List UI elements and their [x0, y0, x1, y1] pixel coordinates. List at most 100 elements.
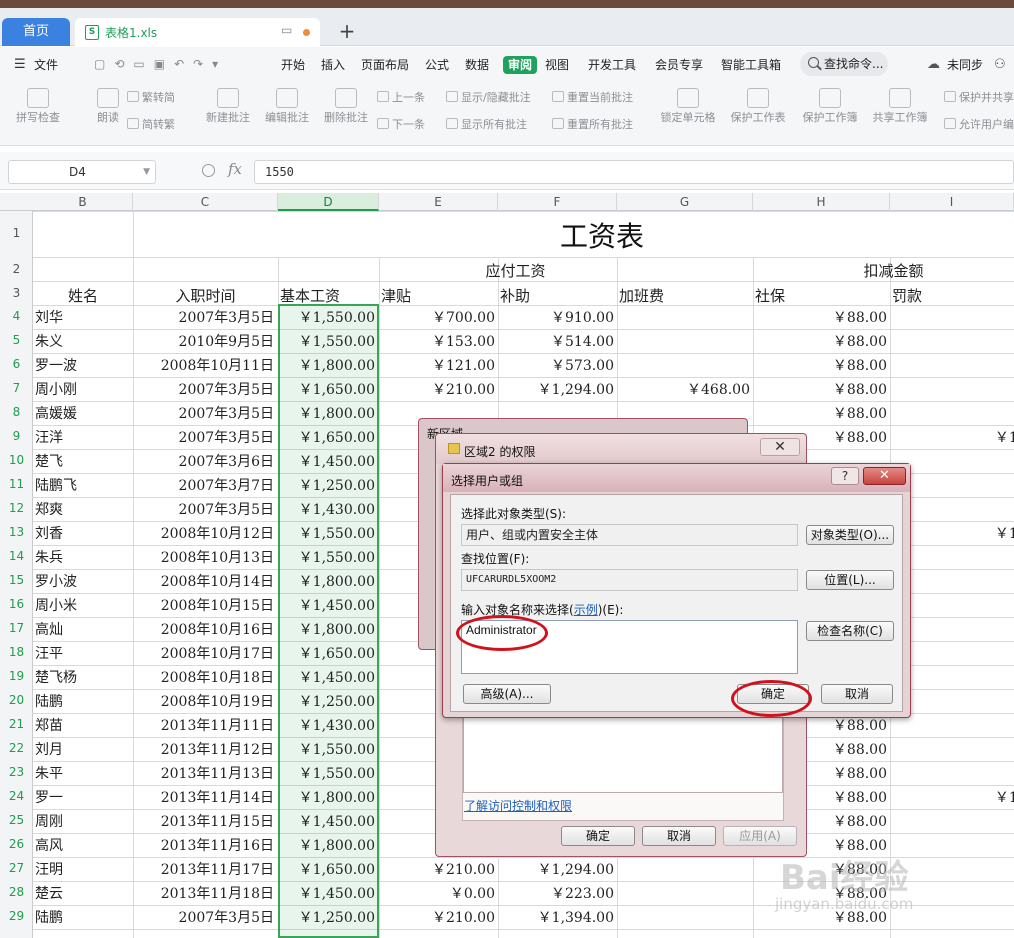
row-header[interactable]: 22	[0, 741, 33, 755]
menu-item-3[interactable]: 页面布局	[361, 56, 409, 74]
menu-item-2[interactable]: 插入	[321, 56, 345, 74]
column-header-e[interactable]: E	[379, 193, 498, 211]
cell-base[interactable]: ￥1,450.00	[278, 813, 375, 831]
close-icon[interactable]: ✕	[760, 438, 800, 456]
cell-name[interactable]: 郑爽	[35, 501, 131, 519]
cell-base[interactable]: ￥1,450.00	[278, 885, 375, 903]
ribbon-small-button-1[interactable]: 简转繁	[127, 118, 175, 132]
row-header[interactable]: 12	[0, 501, 33, 515]
locations-button[interactable]: 位置(L)...	[806, 570, 894, 590]
cell-date[interactable]: 2007年3月5日	[133, 909, 274, 927]
menu-item-6[interactable]: 审阅	[503, 56, 538, 74]
cell-name[interactable]: 罗小波	[35, 573, 131, 591]
row-header[interactable]: 28	[0, 885, 33, 899]
cell-name[interactable]: 汪平	[35, 645, 131, 663]
cell-base[interactable]: ￥1,550.00	[278, 741, 375, 759]
row-header[interactable]: 14	[0, 549, 33, 563]
cell-name[interactable]: 刘月	[35, 741, 131, 759]
cell-soc[interactable]: ￥88.00	[753, 405, 887, 423]
cell-base[interactable]: ￥1,250.00	[278, 477, 375, 495]
cell-sub[interactable]: ￥910.00	[498, 309, 614, 327]
cell-base[interactable]: ￥1,800.00	[278, 837, 375, 855]
ribbon-button-6[interactable]: 保护工作表	[730, 88, 786, 125]
cell-base[interactable]: ￥1,550.00	[278, 309, 375, 327]
cell-sub[interactable]: ￥1,294.00	[498, 381, 614, 399]
row-header[interactable]: 3	[0, 286, 33, 300]
cell-ot[interactable]: ￥468.00	[617, 381, 750, 399]
cell-date[interactable]: 2008年10月17日	[133, 645, 274, 663]
cell-allow[interactable]: ￥210.00	[379, 909, 495, 927]
cell-base[interactable]: ￥1,250.00	[278, 909, 375, 927]
cell-name[interactable]: 汪洋	[35, 429, 131, 447]
cell-base[interactable]: ￥1,430.00	[278, 717, 375, 735]
cell-base[interactable]: ￥1,450.00	[278, 597, 375, 615]
cell-name[interactable]: 楚飞	[35, 453, 131, 471]
cell-date[interactable]: 2013年11月17日	[133, 861, 274, 879]
cell-base[interactable]: ￥1,450.00	[278, 669, 375, 687]
row-header[interactable]: 2	[0, 262, 33, 276]
cell-date[interactable]: 2008年10月15日	[133, 597, 274, 615]
formula-input[interactable]: 1550	[254, 160, 1014, 184]
ribbon-button-0[interactable]: 拼写检查	[10, 88, 66, 125]
object-types-button[interactable]: 对象类型(O)...	[806, 525, 894, 545]
header-cell[interactable]: 社保	[755, 287, 785, 305]
cell-soc[interactable]: ￥88.00	[753, 357, 887, 375]
ribbon-button-2[interactable]: 新建批注	[200, 88, 256, 125]
cell-name[interactable]: 周小米	[35, 597, 131, 615]
row-header[interactable]: 23	[0, 765, 33, 779]
cell-name[interactable]: 朱义	[35, 333, 131, 351]
column-header-h[interactable]: H	[753, 193, 890, 211]
ribbon-small-button-3[interactable]: 下一条	[377, 118, 425, 132]
cell-base[interactable]: ￥1,650.00	[278, 381, 375, 399]
permissions-cancel-button[interactable]: 取消	[642, 826, 716, 846]
row-header[interactable]: 10	[0, 453, 33, 467]
ribbon-small-button-2[interactable]: 上一条	[377, 91, 425, 105]
cell-date[interactable]: 2007年3月5日	[133, 429, 274, 447]
column-header-i[interactable]: I	[890, 193, 1014, 211]
cell-date[interactable]: 2008年10月13日	[133, 549, 274, 567]
cell-date[interactable]: 2007年3月6日	[133, 453, 274, 471]
access-control-help-link[interactable]: 了解访问控制和权限	[464, 797, 572, 814]
row-header[interactable]: 20	[0, 693, 33, 707]
cell-base[interactable]: ￥1,430.00	[278, 501, 375, 519]
header-cell[interactable]: 应付工资	[278, 262, 753, 280]
close-icon[interactable]: ✕	[863, 467, 906, 485]
cell-fine[interactable]: ￥10.0	[890, 429, 1014, 447]
column-header-g[interactable]: G	[617, 193, 753, 211]
menu-item-9[interactable]: 会员专享	[655, 56, 703, 74]
row-header[interactable]: 19	[0, 669, 33, 683]
permissions-apply-button[interactable]: 应用(A)	[723, 826, 797, 846]
cell-sub[interactable]: ￥223.00	[498, 885, 614, 903]
ribbon-button-5[interactable]: 锁定单元格	[660, 88, 716, 125]
cell-name[interactable]: 陆鹏	[35, 693, 131, 711]
ribbon-small-button-5[interactable]: 显示所有批注	[446, 118, 527, 132]
tab-home[interactable]: 首页	[2, 18, 70, 46]
cell-date[interactable]: 2008年10月14日	[133, 573, 274, 591]
cell-soc[interactable]: ￥88.00	[753, 309, 887, 327]
fx-icon[interactable]: fx	[228, 160, 242, 178]
cell-base[interactable]: ￥1,650.00	[278, 645, 375, 663]
row-header[interactable]: 4	[0, 309, 33, 323]
ribbon-small-button-4[interactable]: 显示/隐藏批注	[446, 91, 531, 105]
cell-name[interactable]: 高灿	[35, 621, 131, 639]
monitor-icon[interactable]: ▭	[281, 23, 292, 37]
header-cell[interactable]: 津贴	[381, 287, 411, 305]
cell-base[interactable]: ￥1,550.00	[278, 549, 375, 567]
name-box[interactable]: D4 ▼	[8, 160, 156, 184]
row-header[interactable]: 1	[0, 226, 33, 240]
header-cell[interactable]: 基本工资	[280, 287, 340, 305]
check-names-button[interactable]: 检查名称(C)	[806, 621, 894, 641]
tab-file[interactable]: S 表格1.xls ▭	[75, 18, 320, 46]
cell-fine[interactable]: ￥10.0	[890, 789, 1014, 807]
cell-date[interactable]: 2013年11月11日	[133, 717, 274, 735]
cell-base[interactable]: ￥1,250.00	[278, 693, 375, 711]
cell-allow[interactable]: ￥153.00	[379, 333, 495, 351]
row-header[interactable]: 26	[0, 837, 33, 851]
cell-sub[interactable]: ￥573.00	[498, 357, 614, 375]
cell-sub[interactable]: ￥1,394.00	[498, 909, 614, 927]
cell-name[interactable]: 楚云	[35, 885, 131, 903]
cell-soc[interactable]: ￥88.00	[753, 381, 887, 399]
menu-item-0[interactable]: 文件	[34, 56, 58, 74]
cell-name[interactable]: 周小刚	[35, 381, 131, 399]
hamburger-icon[interactable]: ☰	[14, 57, 26, 72]
